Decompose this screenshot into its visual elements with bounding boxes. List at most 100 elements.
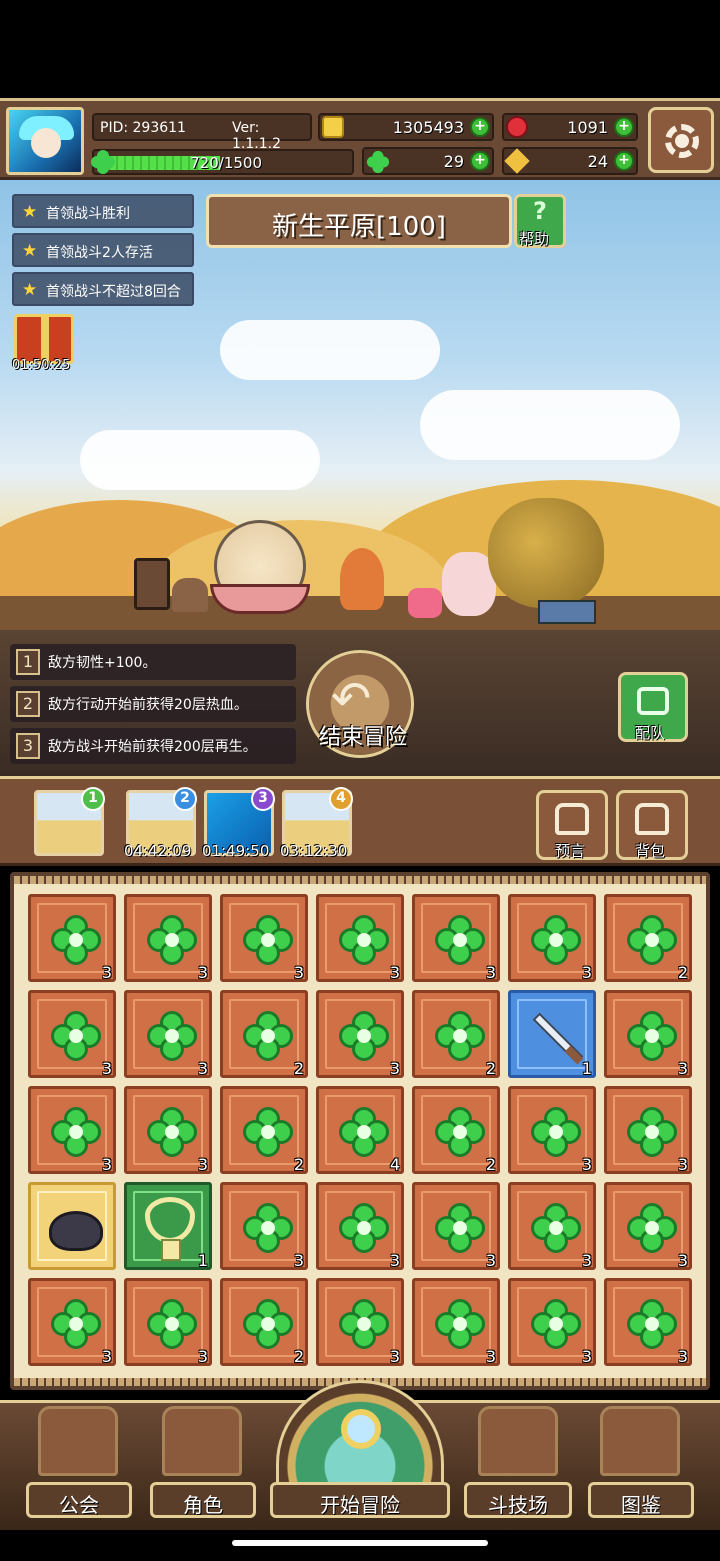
nav-start-adventure[interactable]: 开始冒险 — [270, 1482, 450, 1518]
inventory-slot[interactable]: 3 — [316, 894, 404, 982]
inventory-slot[interactable]: 3 — [28, 894, 116, 982]
map-slot-1[interactable]: 1 — [34, 787, 105, 856]
item-count: 3 — [101, 1347, 112, 1366]
clover-icon — [627, 1107, 677, 1157]
nav-arena[interactable]: 斗技场 — [464, 1482, 572, 1518]
add-key-button[interactable]: + — [614, 151, 634, 171]
clover-icon — [243, 1299, 293, 1349]
inventory-slot[interactable]: 4 — [316, 1086, 404, 1174]
nav-codex[interactable]: 图鉴 — [588, 1482, 694, 1518]
item-count: 3 — [389, 1347, 400, 1366]
inventory-slot[interactable] — [28, 1182, 116, 1270]
clover-icon — [243, 1203, 293, 1253]
clover-icon — [531, 1299, 581, 1349]
monkey-sprite — [340, 548, 384, 610]
nav-guild[interactable]: 公会 — [26, 1482, 132, 1518]
inventory-slot[interactable]: 3 — [124, 894, 212, 982]
item-count: 3 — [389, 1251, 400, 1270]
inventory-slot[interactable]: 3 — [220, 894, 308, 982]
inventory-slot[interactable]: 3 — [124, 1086, 212, 1174]
inventory-slot[interactable]: 3 — [124, 1278, 212, 1366]
inventory-slot[interactable]: 3 — [412, 894, 500, 982]
inventory-slot[interactable]: 2 — [604, 894, 692, 982]
player-avatar[interactable] — [6, 107, 84, 175]
add-clover-button[interactable]: + — [470, 151, 490, 171]
inventory-slot[interactable]: 3 — [316, 990, 404, 1078]
item-count: 3 — [485, 963, 496, 982]
quest-item: ★ 首领战斗不超过8回合 — [12, 272, 194, 306]
item-count: 2 — [677, 963, 688, 982]
clover-icon — [147, 915, 197, 965]
inventory-slot[interactable]: 3 — [508, 1086, 596, 1174]
inventory-slot[interactable]: 3 — [604, 1086, 692, 1174]
crystal-ball-icon — [555, 803, 589, 835]
item-count: 1 — [197, 1251, 208, 1270]
inventory-slot[interactable]: 2 — [412, 1086, 500, 1174]
inventory-slot[interactable]: 1 — [124, 1182, 212, 1270]
add-gold-button[interactable]: + — [470, 117, 490, 137]
key-panel: 24 + — [502, 147, 638, 175]
inventory-slot[interactable]: 2 — [220, 1086, 308, 1174]
battle-scene: ★ 首领战斗胜利 ★ 首领战斗2人存活 ★ 首领战斗不超过8回合 01:50:25 新… — [0, 180, 720, 630]
inventory-slot[interactable]: 2 — [220, 990, 308, 1078]
modifier-item: 3 敌方战斗开始前获得200层再生。 — [10, 728, 296, 764]
inventory-slot[interactable]: 3 — [316, 1278, 404, 1366]
modifier-item: 2 敌方行动开始前获得20层热血。 — [10, 686, 296, 722]
help-label: 帮助 — [519, 230, 550, 248]
start-adventure-button[interactable] — [276, 1380, 444, 1490]
inventory-slot[interactable]: 3 — [28, 1278, 116, 1366]
item-count: 3 — [581, 963, 592, 982]
item-count: 3 — [197, 963, 208, 982]
inventory-slot[interactable]: 3 — [220, 1182, 308, 1270]
inventory-slot[interactable]: 3 — [124, 990, 212, 1078]
inventory-slot[interactable]: 2 — [220, 1278, 308, 1366]
inventory-slot[interactable]: 3 — [28, 1086, 116, 1174]
inventory-slot[interactable]: 3 — [604, 990, 692, 1078]
inventory-slot[interactable]: 3 — [28, 990, 116, 1078]
settings-button[interactable] — [648, 107, 714, 173]
slot-timer: 03:12:30 — [280, 842, 348, 860]
team-icon — [637, 687, 669, 715]
inventory-slot[interactable]: 3 — [508, 1182, 596, 1270]
backpack-button[interactable]: 背包 — [616, 790, 688, 860]
gift-box-icon[interactable] — [14, 314, 74, 364]
xp-bar: 720/1500 — [91, 149, 354, 175]
inventory-slot[interactable]: 3 — [412, 1182, 500, 1270]
backpack-label: 背包 — [635, 842, 666, 860]
inventory-slot[interactable]: 3 — [604, 1278, 692, 1366]
barrel-sprite — [134, 558, 170, 610]
end-adventure-button[interactable]: ↶ 结束冒险 — [306, 650, 414, 758]
inventory-slot[interactable]: 2 — [412, 990, 500, 1078]
player-info-panel: PID: 293611 Ver: 1.1.1.2 — [92, 113, 312, 152]
inventory-slot[interactable]: 3 — [508, 894, 596, 982]
shell-sprite — [210, 584, 310, 614]
item-count: 3 — [677, 1059, 688, 1078]
pink-pet-sprite — [408, 588, 442, 618]
clover-icon — [627, 1203, 677, 1253]
clover-icon — [51, 1107, 101, 1157]
slot-badge: 1 — [81, 787, 105, 811]
team-button[interactable]: 配队 — [618, 672, 688, 742]
prophecy-button[interactable]: 预言 — [536, 790, 608, 860]
stage-title: 新生平原[100] — [206, 194, 512, 248]
inventory-slot[interactable]: 3 — [316, 1182, 404, 1270]
inventory-slot[interactable]: 3 — [604, 1182, 692, 1270]
clover-icon — [339, 915, 389, 965]
item-count: 3 — [485, 1347, 496, 1366]
clover-icon — [435, 1107, 485, 1157]
clover-icon — [435, 1011, 485, 1061]
clover-icon — [339, 1299, 389, 1349]
inventory-slot[interactable]: 3 — [508, 1278, 596, 1366]
nav-character[interactable]: 角色 — [150, 1482, 256, 1518]
status-bar — [0, 0, 720, 98]
slot-badge: 4 — [329, 787, 353, 811]
item-count: 3 — [197, 1059, 208, 1078]
clover-icon — [339, 1011, 389, 1061]
clover-icon — [531, 1203, 581, 1253]
add-gem-button[interactable]: + — [614, 117, 634, 137]
clover-icon — [147, 1299, 197, 1349]
inventory-slot[interactable]: 3 — [412, 1278, 500, 1366]
quest-list: ★ 首领战斗胜利 ★ 首领战斗2人存活 ★ 首领战斗不超过8回合 — [12, 194, 194, 311]
inventory-slot[interactable]: 1 — [508, 990, 596, 1078]
help-button[interactable]: ? 帮助 — [514, 194, 566, 248]
